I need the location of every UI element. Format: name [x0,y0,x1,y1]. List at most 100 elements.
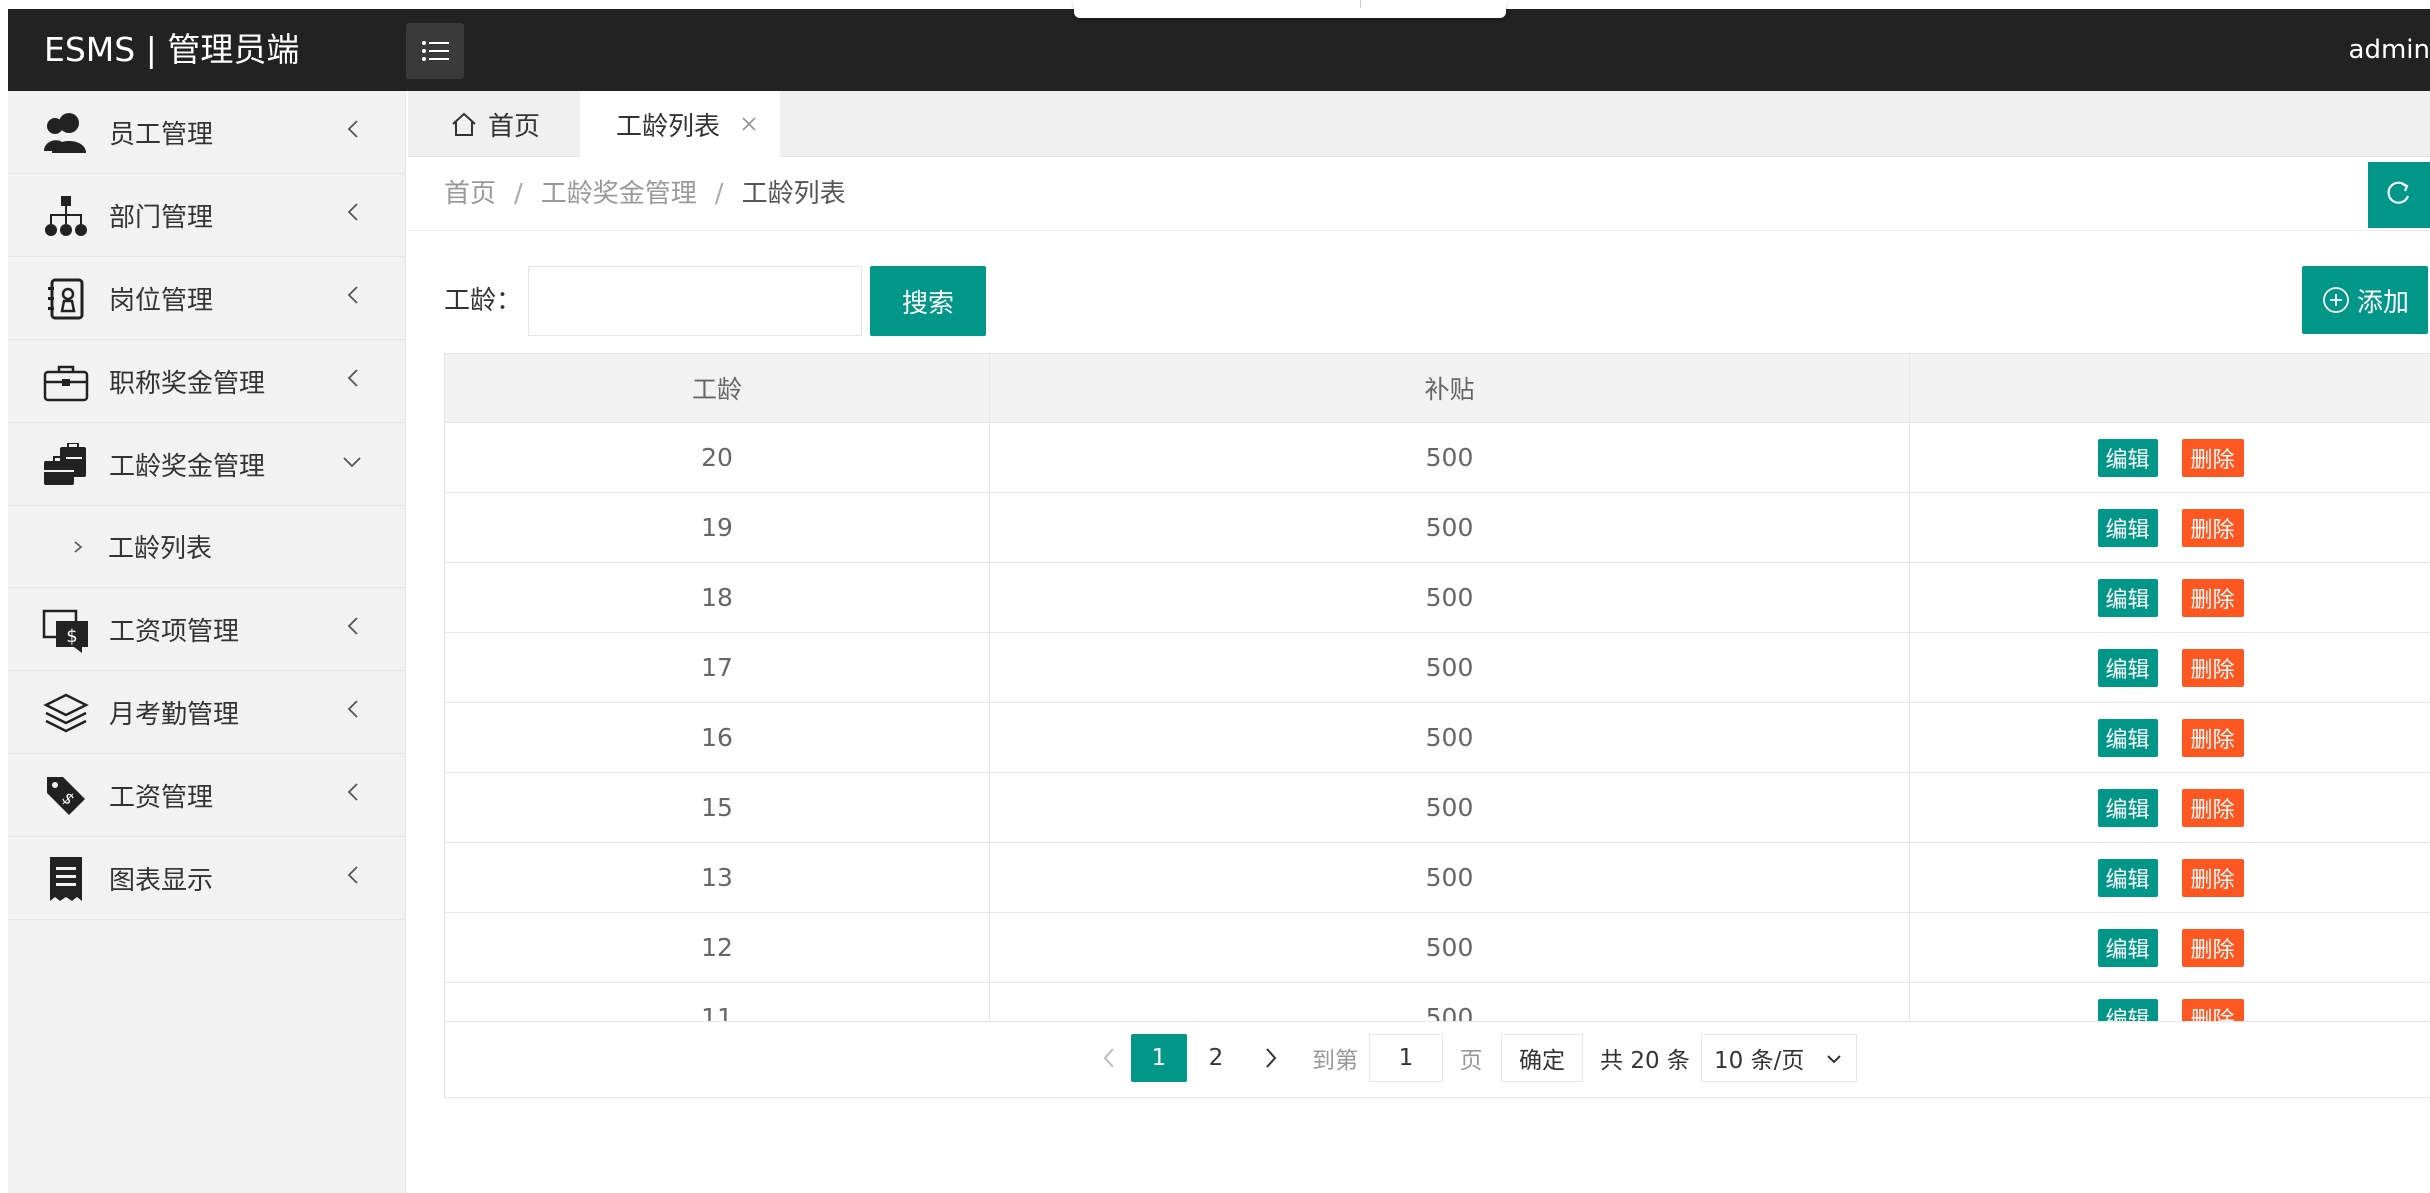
total-count: 共 20 条 [1600,1048,1690,1074]
sidebar-item-0[interactable]: 员工管理 [8,91,405,174]
chevron-down-icon [1827,1055,1841,1064]
column-header-actions [1910,354,2430,422]
sidebar-item-label: 部门管理 [109,202,214,233]
page-size-select[interactable]: 10 条/页 [1701,1034,1857,1082]
cell-subsidy: 500 [990,843,1910,912]
sidebar-item-1[interactable]: 部门管理 [8,174,405,257]
data-table: 工龄 补贴 20 500 编辑 删除 19 500 编辑 删除 18 500 编辑 删除 17 500 编辑… [444,353,2430,1022]
edit-button[interactable]: 编辑 [2097,508,2158,547]
prev-page-button[interactable] [1085,1034,1135,1082]
edit-button[interactable]: 编辑 [2097,858,2158,897]
id-badge-icon [42,275,90,323]
edit-button[interactable]: 编辑 [2097,788,2158,827]
cell-subsidy: 500 [990,983,1910,1021]
tab-active[interactable]: 工龄列表 [580,91,780,157]
table-row: 18 500 编辑 删除 [445,563,2430,633]
delete-button[interactable]: 删除 [2181,788,2244,827]
table-row: 11 500 编辑 删除 [445,983,2430,1021]
column-header-subsidy: 补贴 [990,354,1910,422]
delete-button[interactable]: 删除 [2181,928,2244,967]
edit-button[interactable]: 编辑 [2097,578,2158,617]
refresh-button[interactable] [2368,162,2430,228]
edit-button[interactable]: 编辑 [2097,438,2158,477]
sidebar-item-5[interactable]: $ 工资项管理 [8,588,405,671]
cell-actions: 编辑 删除 [1910,843,2430,912]
menu-toggle-button[interactable] [406,23,464,79]
sidebar-item-4[interactable]: 工龄奖金管理 [8,423,405,506]
delete-button[interactable]: 删除 [2181,578,2244,617]
cell-years: 18 [445,563,990,632]
delete-button[interactable]: 删除 [2181,648,2244,687]
sidebar-item-label: 岗位管理 [109,285,214,316]
cell-years: 12 [445,913,990,982]
delete-button[interactable]: 删除 [2181,718,2244,757]
delete-button[interactable]: 删除 [2181,438,2244,477]
goto-confirm-button[interactable]: 确定 [1501,1034,1583,1082]
delete-button[interactable]: 删除 [2181,998,2244,1021]
chevron-right-icon [74,541,83,553]
breadcrumb: 首页 / 工龄奖金管理 / 工龄列表 [444,157,846,231]
sidebar-item-label: 员工管理 [109,119,214,150]
cell-actions: 编辑 删除 [1910,703,2430,772]
breadcrumb-separator: / [714,179,724,209]
table-row: 20 500 编辑 删除 [445,423,2430,493]
page-button-2[interactable]: 2 [1191,1034,1241,1082]
sidebar-item-7[interactable]: $ 工资管理 [8,754,405,837]
cell-subsidy: 500 [990,703,1910,772]
sidebar-item-label: 工龄奖金管理 [109,451,266,482]
price-tag-icon: $ [42,772,90,820]
briefcase-icon [42,358,90,406]
user-name[interactable]: admin [2349,9,2430,91]
cell-subsidy: 500 [990,633,1910,702]
years-search-input[interactable] [528,266,862,336]
delete-button[interactable]: 删除 [2181,858,2244,897]
close-icon[interactable] [736,111,762,137]
chevron-left-icon [347,369,358,387]
tab-home-label: 首页 [488,111,541,142]
goto-page-input[interactable]: 1 [1369,1034,1443,1082]
page-unit-label: 页 [1459,1048,1483,1074]
home-icon [452,112,476,136]
delete-button[interactable]: 删除 [2181,508,2244,547]
chevron-left-icon [1103,1048,1114,1068]
dollar-chat-icon: $ [42,606,90,654]
breadcrumb-separator: / [514,179,523,209]
next-page-button[interactable] [1245,1034,1295,1082]
users-icon [42,109,90,157]
add-button[interactable]: 添加 [2302,266,2428,334]
table-row: 16 500 编辑 删除 [445,703,2430,773]
tab-bar: 首页 工龄列表 [408,91,2430,157]
cell-years: 17 [445,633,990,702]
sidebar-item-2[interactable]: 岗位管理 [8,257,405,340]
list-icon [422,41,449,61]
cell-actions: 编辑 删除 [1910,633,2430,702]
table-row: 15 500 编辑 删除 [445,773,2430,843]
cell-years: 11 [445,983,990,1021]
page-button-1[interactable]: 1 [1131,1034,1187,1082]
cell-actions: 编辑 删除 [1910,773,2430,842]
cell-actions: 编辑 删除 [1910,423,2430,492]
edit-button[interactable]: 编辑 [2097,718,2158,757]
sidebar-item-8[interactable]: 图表显示 [8,837,405,920]
sidebar-item-6[interactable]: 月考勤管理 [8,671,405,754]
search-label: 工龄： [444,286,523,316]
search-button[interactable]: 搜索 [870,266,986,336]
table-row: 17 500 编辑 删除 [445,633,2430,703]
cell-actions: 编辑 删除 [1910,913,2430,982]
cell-years: 15 [445,773,990,842]
tab-home[interactable]: 首页 [408,91,580,157]
chevron-left-icon [347,203,358,221]
edit-button[interactable]: 编辑 [2097,648,2158,687]
brand-title: ESMS | 管理员端 [44,30,300,69]
edit-button[interactable]: 编辑 [2097,928,2158,967]
layers-icon [42,689,90,737]
refresh-icon [2387,181,2410,204]
sidebar-item-3[interactable]: 职称奖金管理 [8,340,405,423]
breadcrumb-item-section[interactable]: 工龄奖金管理 [541,179,697,209]
sidebar-subitem-years-list[interactable]: 工龄列表 [8,506,405,588]
column-header-years: 工龄 [445,354,990,422]
sidebar-item-label: 月考勤管理 [109,699,240,730]
breadcrumb-item-home[interactable]: 首页 [444,179,496,209]
edit-button[interactable]: 编辑 [2097,998,2158,1021]
receipt-icon [42,855,90,903]
